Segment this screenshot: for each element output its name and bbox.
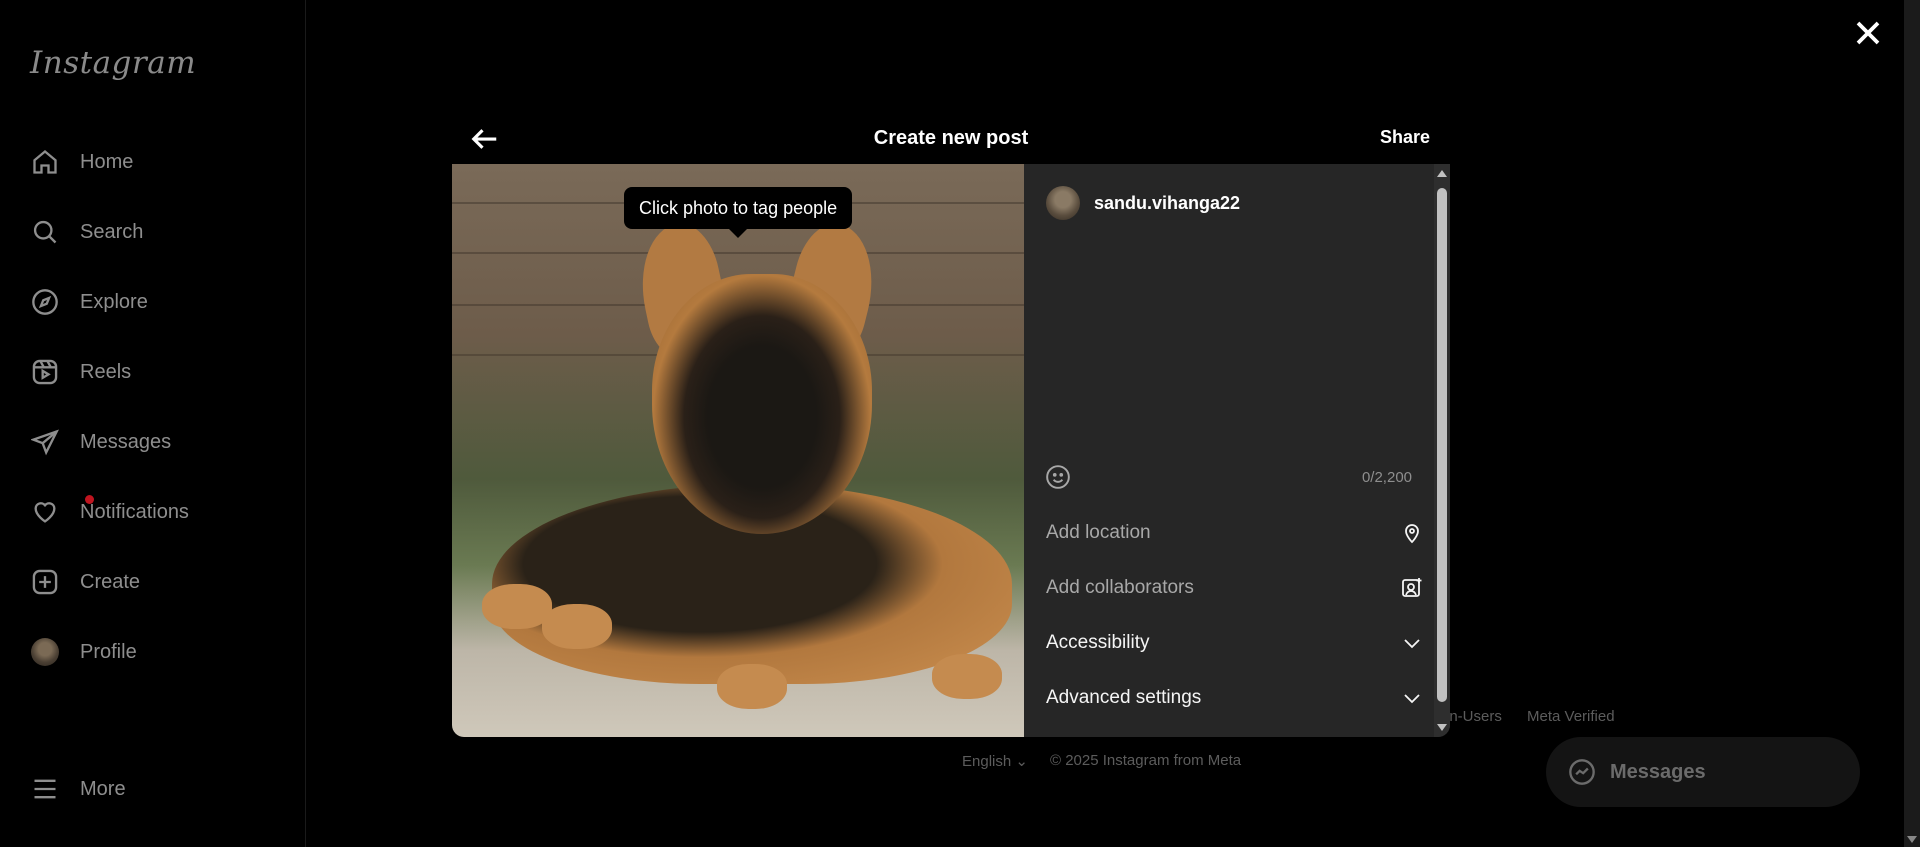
sidebar-item-messages[interactable]: Messages: [30, 422, 171, 462]
sidebar-item-profile[interactable]: Profile: [30, 632, 137, 672]
accessibility-label: Accessibility: [1046, 632, 1150, 653]
sidebar-item-reels[interactable]: Reels: [30, 352, 131, 392]
sidebar-item-create[interactable]: Create: [30, 562, 140, 602]
sidebar-item-label: More: [80, 777, 126, 800]
modal-title: Create new post: [873, 126, 1029, 149]
sidebar-item-home[interactable]: Home: [30, 142, 133, 182]
compass-icon: [30, 287, 60, 317]
instagram-logo[interactable]: Instagram: [30, 45, 196, 81]
sidebar-item-label: Create: [80, 570, 141, 593]
sidebar: Instagram Home Search Explore Reels Mess…: [0, 0, 306, 847]
accessibility-row[interactable]: Accessibility: [1046, 622, 1438, 664]
sidebar-item-label: Messages: [80, 430, 172, 453]
user-row: sandu.vihanga22: [1046, 186, 1240, 220]
sidebar-item-label: Reels: [80, 360, 132, 383]
scroll-up-arrow[interactable]: [1437, 170, 1447, 177]
back-button[interactable]: [470, 124, 500, 154]
messages-pill-button[interactable]: Messages: [1546, 737, 1860, 807]
close-button[interactable]: [1853, 18, 1883, 48]
plus-square-icon: [30, 567, 60, 597]
panel-scrollbar[interactable]: [1434, 164, 1450, 737]
language-selector[interactable]: English ⌄: [962, 752, 1028, 770]
chevron-down-icon: [1404, 694, 1420, 704]
sidebar-item-label: Notifications: [80, 500, 189, 523]
add-collaborators-row[interactable]: Add collaborators: [1046, 567, 1438, 609]
avatar: [1046, 186, 1080, 220]
post-photo[interactable]: [452, 164, 1024, 737]
chevron-down-icon: [1404, 639, 1420, 649]
menu-icon: [30, 774, 60, 804]
post-details-panel: sandu.vihanga22 0/2,200 Add location Add…: [1024, 164, 1450, 737]
scroll-thumb[interactable]: [1437, 188, 1447, 702]
username: sandu.vihanga22: [1094, 192, 1241, 213]
scroll-down-arrow[interactable]: [1437, 724, 1447, 731]
location-pin-icon: [1405, 524, 1419, 544]
tag-people-tooltip: Click photo to tag people: [624, 187, 853, 238]
add-location-label: Add location: [1046, 522, 1151, 543]
emoji-button[interactable]: [1045, 464, 1073, 492]
paper-plane-icon: [30, 427, 60, 457]
messenger-icon: [1569, 759, 1595, 785]
sidebar-item-notifications[interactable]: Notifications: [30, 492, 189, 532]
share-button[interactable]: Share: [1380, 127, 1430, 148]
sidebar-item-explore[interactable]: Explore: [30, 282, 148, 322]
close-icon: [1856, 21, 1880, 45]
copyright: © 2025 Instagram from Meta: [1050, 752, 1242, 769]
scroll-down-arrow[interactable]: [1907, 836, 1917, 843]
advanced-settings-label: Advanced settings: [1046, 687, 1202, 708]
sidebar-item-search[interactable]: Search: [30, 212, 143, 252]
footer-link-meta-verified[interactable]: Meta Verified: [1527, 708, 1615, 725]
sidebar-item-label: Explore: [80, 290, 148, 313]
character-count: 0/2,200: [1361, 469, 1412, 486]
page-scrollbar[interactable]: [1904, 0, 1920, 847]
search-icon: [30, 217, 60, 247]
smiley-icon: [1046, 465, 1070, 489]
chevron-down-icon: ⌄: [1015, 753, 1028, 770]
arrow-left-icon: [471, 129, 497, 149]
sidebar-item-more[interactable]: More: [30, 769, 126, 809]
add-user-icon: [1402, 578, 1422, 597]
sidebar-item-label: Profile: [80, 640, 137, 663]
home-icon: [30, 147, 60, 177]
caption-input[interactable]: [1046, 234, 1440, 618]
modal-header: Create new post Share: [452, 112, 1450, 164]
sidebar-item-label: Search: [80, 220, 144, 243]
add-collaborators-label: Add collaborators: [1046, 577, 1194, 598]
advanced-settings-row[interactable]: Advanced settings: [1046, 677, 1438, 719]
profile-avatar: [30, 637, 60, 667]
sidebar-item-label: Home: [80, 150, 134, 173]
heart-icon: [30, 497, 60, 527]
add-location-row[interactable]: Add location: [1046, 512, 1438, 554]
notification-dot: [85, 495, 94, 504]
footer-link-partial[interactable]: on-Users: [1441, 708, 1502, 725]
reels-icon: [30, 357, 60, 387]
